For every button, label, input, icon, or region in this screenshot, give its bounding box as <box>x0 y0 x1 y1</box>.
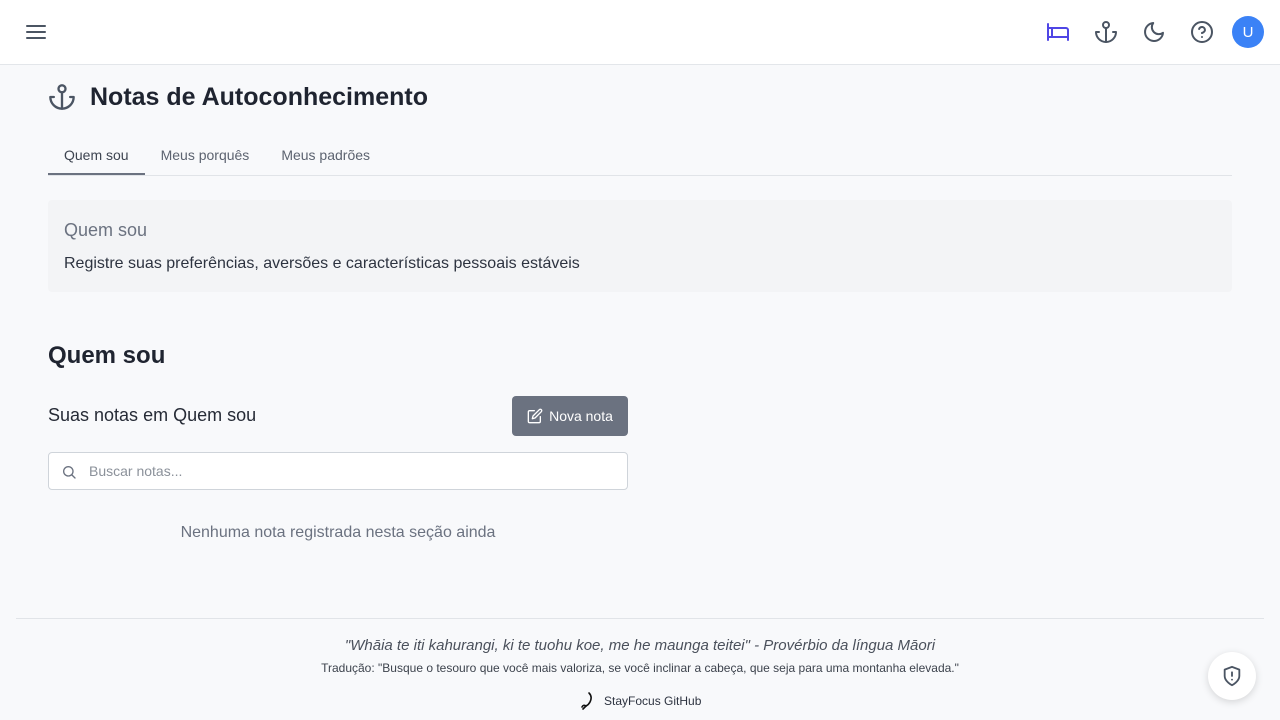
avatar[interactable]: U <box>1232 16 1264 48</box>
moon-icon[interactable] <box>1142 20 1166 44</box>
section-info-card: Quem sou Registre suas preferências, ave… <box>48 200 1232 292</box>
github-icon <box>581 692 592 710</box>
empty-state-message: Nenhuma nota registrada nesta seção aind… <box>180 524 496 541</box>
new-note-button[interactable]: Nova nota <box>512 396 628 436</box>
footer-translation: Tradução: "Busque o tesouro que você mai… <box>321 661 959 675</box>
new-note-label: Nova nota <box>549 408 613 424</box>
page-header: Notas de Autoconhecimento <box>48 80 428 114</box>
shield-button[interactable] <box>1208 652 1256 700</box>
notes-label: Suas notas em Quem sou <box>48 405 257 425</box>
help-icon[interactable] <box>1190 20 1214 44</box>
tab-meus-padroes[interactable]: Meus padrões <box>265 137 386 175</box>
info-card-title: Quem sou <box>64 220 148 240</box>
search-box <box>48 452 628 490</box>
tab-meus-porques[interactable]: Meus porquês <box>145 137 266 175</box>
footer-quote: "Whāia te iti kahurangi, ki te tuohu koe… <box>344 637 936 654</box>
github-label: StayFocus GitHub <box>604 694 702 708</box>
search-icon <box>62 466 76 479</box>
tab-quem-sou[interactable]: Quem sou <box>48 137 145 175</box>
edit-icon <box>527 408 543 424</box>
anchor-icon <box>49 84 75 110</box>
search-input[interactable] <box>89 453 619 489</box>
page-title: Notas de Autoconhecimento <box>90 82 428 111</box>
top-bar: U <box>0 0 1280 65</box>
shield-alert-icon <box>1223 665 1241 687</box>
github-link[interactable]: StayFocus GitHub <box>580 691 701 711</box>
bed-icon[interactable] <box>1046 20 1070 44</box>
footer: "Whāia te iti kahurangi, ki te tuohu koe… <box>16 618 1264 720</box>
hamburger-menu-icon[interactable] <box>24 20 48 44</box>
info-card-description: Registre suas preferências, aversões e c… <box>64 255 580 272</box>
anchor-icon[interactable] <box>1094 20 1118 44</box>
tab-bar: Quem sou Meus porquês Meus padrões <box>48 137 1232 176</box>
section-title: Quem sou <box>48 342 166 369</box>
